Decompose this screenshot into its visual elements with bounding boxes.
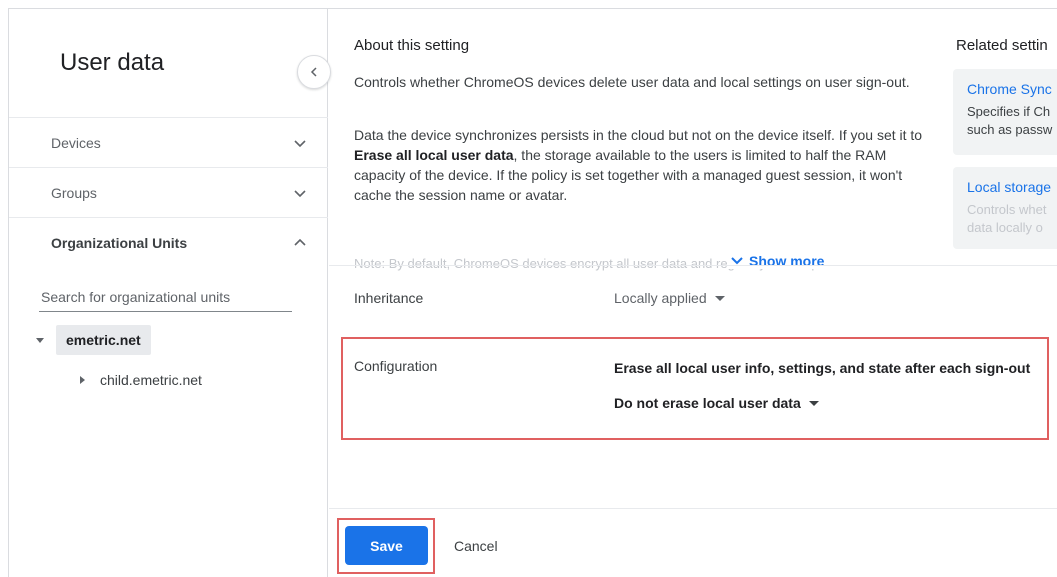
- main-panel: About this setting Controls whether Chro…: [329, 9, 1057, 577]
- related-card-desc-line2: such as passw: [967, 122, 1053, 137]
- related-card-local-storage[interactable]: Local storage Controls whet data locally …: [953, 167, 1057, 249]
- chevron-down-icon: [294, 189, 306, 197]
- related-card-desc-line1: Specifies if Ch: [967, 104, 1051, 119]
- cancel-button[interactable]: Cancel: [444, 526, 508, 565]
- about-details: Data the device synchronizes persists in…: [354, 125, 924, 205]
- collapse-sidebar-button[interactable]: [297, 55, 331, 89]
- save-button[interactable]: Save: [345, 526, 428, 565]
- about-note-label: Note:: [354, 256, 386, 271]
- show-more-button[interactable]: Show more: [727, 253, 829, 269]
- expand-triangle-icon[interactable]: [35, 335, 45, 345]
- chevron-left-icon: [310, 67, 317, 77]
- about-setting-title: About this setting: [354, 37, 470, 54]
- configuration-dropdown[interactable]: Do not erase local user data: [614, 395, 819, 411]
- chevron-down-icon: [294, 139, 306, 147]
- about-details-bold: Erase all local user data: [354, 147, 514, 163]
- related-card-chrome-sync[interactable]: Chrome Sync Specifies if Ch such as passw: [953, 69, 1057, 155]
- related-card-title[interactable]: Local storage: [967, 179, 1057, 195]
- about-details-pre: Data the device synchronizes persists in…: [354, 127, 923, 143]
- tree-node-root-label[interactable]: emetric.net: [56, 325, 151, 355]
- collapsed-triangle-icon[interactable]: [78, 376, 86, 384]
- sidebar-title: User data: [60, 49, 165, 76]
- configuration-value: Do not erase local user data: [614, 395, 801, 411]
- related-settings-title: Related settin: [956, 37, 1048, 54]
- footer-divider: [329, 508, 1057, 509]
- chevron-up-icon: [294, 238, 306, 246]
- section-organizational-units[interactable]: Organizational Units: [9, 217, 328, 267]
- configuration-label: Configuration: [354, 358, 438, 374]
- search-org-units-input[interactable]: [39, 282, 292, 312]
- inheritance-label: Inheritance: [354, 290, 424, 306]
- related-card-desc: Specifies if Ch such as passw: [967, 103, 1057, 139]
- caret-down-icon: [714, 295, 725, 301]
- about-description: Controls whether ChromeOS devices delete…: [354, 74, 910, 90]
- section-organizational-units-label: Organizational Units: [51, 234, 188, 251]
- related-card-desc: Controls whet data locally o: [967, 201, 1057, 237]
- configuration-heading: Erase all local user info, settings, and…: [614, 360, 1031, 376]
- related-card-desc-line1: Controls whet: [967, 202, 1047, 217]
- related-card-title[interactable]: Chrome Sync: [967, 81, 1057, 97]
- section-devices-label: Devices: [51, 134, 101, 151]
- inheritance-value: Locally applied: [614, 290, 707, 306]
- tree-node-root[interactable]: emetric.net: [35, 324, 151, 356]
- tree-node-child-label[interactable]: child.emetric.net: [100, 372, 202, 388]
- about-note-faded: Note: By default, ChromeOS devices encry…: [354, 255, 924, 273]
- section-groups[interactable]: Groups: [9, 167, 328, 217]
- inheritance-dropdown[interactable]: Locally applied: [614, 290, 725, 306]
- section-groups-label: Groups: [51, 184, 97, 201]
- section-devices[interactable]: Devices: [9, 117, 328, 167]
- configuration-highlight-box: [341, 337, 1049, 440]
- related-card-desc-line2: data locally o: [967, 220, 1043, 235]
- caret-down-icon: [808, 400, 819, 406]
- show-more-label: Show more: [749, 253, 825, 269]
- section-divider: [329, 265, 1057, 266]
- tree-node-child[interactable]: child.emetric.net: [78, 372, 202, 388]
